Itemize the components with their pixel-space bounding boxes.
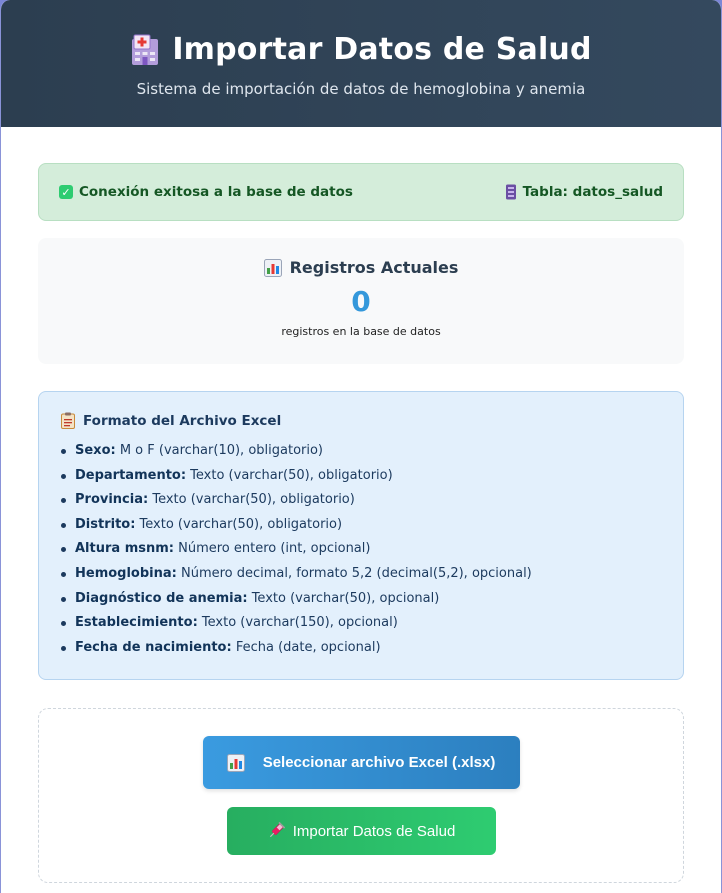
field-name: Departamento:: [75, 467, 187, 483]
field-desc: Número entero (int, opcional): [173, 541, 371, 557]
list-item: Sexo: M o F (varchar(10), obligatorio): [61, 439, 661, 464]
list-item: Fecha de nacimiento: Fecha (date, opcion…: [61, 636, 661, 661]
clipboard-icon: [61, 412, 75, 429]
format-title-row: Formato del Archivo Excel: [61, 412, 661, 429]
field-name: Distrito:: [75, 516, 136, 532]
records-description: registros en la base de datos: [281, 325, 441, 338]
field-name: Establecimiento:: [75, 615, 198, 631]
list-item: Hemoglobina: Número decimal, formato 5,2…: [61, 562, 661, 587]
select-file-button[interactable]: Seleccionar archivo Excel (.xlsx): [202, 736, 520, 789]
bar-chart-icon: [263, 258, 282, 277]
records-count: 0: [351, 285, 371, 318]
page-subtitle: Sistema de importación de datos de hemog…: [136, 80, 586, 98]
field-desc: Número decimal, formato 5,2 (decimal(5,2…: [176, 565, 532, 581]
table-info: Tabla: datos_salud: [505, 184, 663, 200]
import-button[interactable]: Importar Datos de Salud: [226, 807, 496, 855]
check-icon: ✓: [59, 185, 73, 199]
upload-area[interactable]: Seleccionar archivo Excel (.xlsx) Import…: [38, 708, 684, 883]
field-desc: Texto (varchar(50), obligatorio): [148, 492, 355, 508]
select-file-label: Seleccionar archivo Excel (.xlsx): [262, 754, 496, 771]
database-icon: [505, 184, 516, 200]
main-content: ✓ Conexión exitosa a la base de datos Ta…: [1, 127, 721, 883]
format-field-list: Sexo: M o F (varchar(10), obligatorio) D…: [61, 439, 661, 660]
page-header: Importar Datos de Salud Sistema de impor…: [1, 0, 721, 127]
field-name: Altura msnm:: [75, 541, 174, 557]
field-name: Diagnóstico de anemia:: [75, 590, 248, 606]
page-title-row: Importar Datos de Salud: [1, 30, 721, 70]
list-item: Diagnóstico de anemia: Texto (varchar(50…: [61, 587, 661, 612]
syringe-icon: [269, 822, 285, 838]
field-desc: Fecha (date, opcional): [231, 639, 381, 655]
bar-chart-icon: [226, 753, 245, 772]
field-name: Provincia:: [75, 492, 149, 508]
connection-status: ✓ Conexión exitosa a la base de datos: [59, 184, 353, 200]
field-desc: M o F (varchar(10), obligatorio): [115, 443, 323, 458]
import-label: Importar Datos de Salud: [292, 822, 456, 840]
hospital-icon: [132, 34, 159, 65]
field-desc: Texto (varchar(150), opcional): [197, 615, 398, 631]
list-item: Departamento: Texto (varchar(50), obliga…: [61, 464, 661, 489]
format-title: Formato del Archivo Excel: [83, 412, 282, 429]
field-name: Sexo:: [75, 443, 116, 458]
field-name: Hemoglobina:: [75, 565, 177, 581]
records-title-row: Registros Actuales: [38, 258, 684, 277]
list-item: Establecimiento: Texto (varchar(150), op…: [61, 611, 661, 636]
page-title: Importar Datos de Salud: [172, 32, 592, 67]
main-card: Importar Datos de Salud Sistema de impor…: [0, 0, 722, 893]
excel-format-panel: Formato del Archivo Excel Sexo: M o F (v…: [38, 391, 684, 680]
connection-status-text: Conexión exitosa a la base de datos: [79, 184, 353, 200]
list-item: Provincia: Texto (varchar(50), obligator…: [61, 488, 661, 513]
table-name-text: Tabla: datos_salud: [522, 184, 663, 200]
records-panel: Registros Actuales 0 registros en la bas…: [38, 238, 684, 364]
list-item: Distrito: Texto (varchar(50), obligatori…: [61, 513, 661, 538]
field-desc: Texto (varchar(50), obligatorio): [186, 467, 393, 483]
field-desc: Texto (varchar(50), opcional): [247, 590, 440, 606]
records-title: Registros Actuales: [289, 258, 459, 277]
field-desc: Texto (varchar(50), obligatorio): [135, 516, 343, 532]
list-item: Altura msnm: Número entero (int, opciona…: [61, 537, 661, 562]
connection-status-bar: ✓ Conexión exitosa a la base de datos Ta…: [38, 163, 684, 221]
field-name: Fecha de nacimiento:: [75, 639, 232, 655]
